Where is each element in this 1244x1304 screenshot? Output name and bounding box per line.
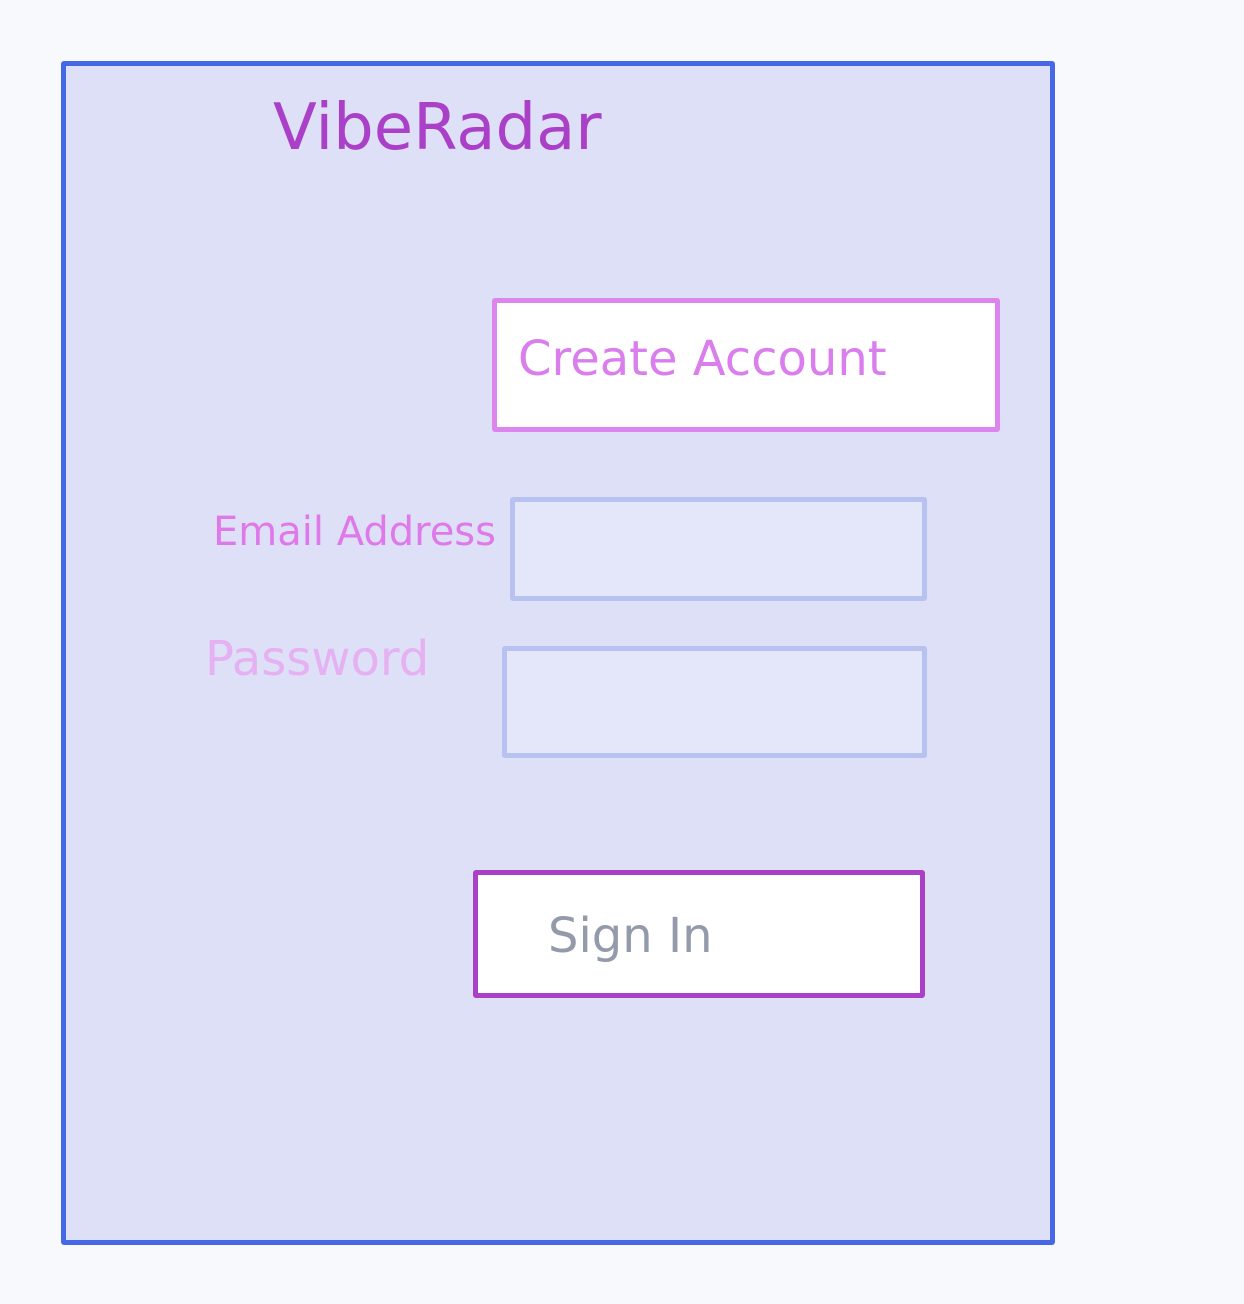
sign-in-button[interactable]: Sign In [473, 870, 925, 998]
sign-in-label: Sign In [548, 908, 713, 964]
app-title: VibeRadar [273, 91, 602, 165]
create-account-button[interactable]: Create Account [492, 298, 1000, 432]
create-account-label: Create Account [518, 331, 887, 387]
password-label: Password [205, 631, 430, 687]
email-label: Email Address [213, 509, 496, 555]
email-field[interactable] [510, 497, 927, 601]
password-field[interactable] [502, 646, 927, 758]
